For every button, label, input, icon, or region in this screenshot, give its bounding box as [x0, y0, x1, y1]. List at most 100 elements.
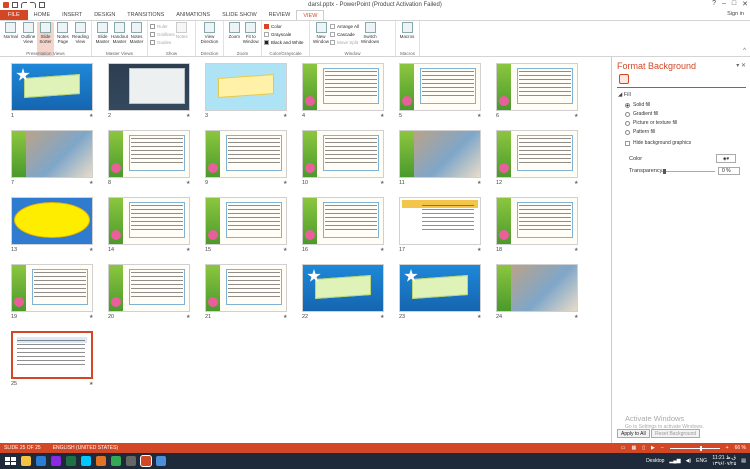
slider-handle[interactable]	[663, 169, 666, 174]
close-icon[interactable]: ✕	[742, 0, 748, 8]
chrome-icon[interactable]	[111, 456, 121, 466]
ribbon: Normal Outline View Slide Sorter Notes P…	[0, 20, 750, 57]
solid-fill-option[interactable]: Solid fill	[625, 102, 650, 108]
outline-view-icon	[22, 22, 34, 33]
slide-thumbnail[interactable]	[399, 264, 481, 312]
color-button[interactable]: Color	[264, 23, 304, 30]
volume-icon[interactable]: ◀)	[686, 458, 692, 464]
slide-thumbnail[interactable]	[302, 197, 384, 245]
reading-view-icon[interactable]: ▯	[642, 445, 645, 451]
fit-to-window-icon	[245, 22, 257, 33]
slide-thumbnail[interactable]	[108, 264, 190, 312]
slide-thumbnail[interactable]	[108, 63, 190, 111]
minimize-icon[interactable]: –	[722, 0, 726, 8]
picture-fill-option[interactable]: Picture or texture fill	[625, 120, 677, 126]
notifications-icon[interactable]: ▤	[741, 458, 746, 464]
pane-title: Format Background	[617, 61, 697, 71]
desktop-toolbar[interactable]: Desktop	[646, 458, 664, 464]
arrange-all-button[interactable]: Arrange All	[330, 23, 359, 30]
slide-thumbnail[interactable]	[11, 63, 93, 111]
slide-flower-graphic	[111, 297, 121, 307]
slide-thumbnail[interactable]	[11, 264, 93, 312]
slide-thumbnail[interactable]	[205, 264, 287, 312]
pattern-fill-option[interactable]: Pattern fill	[625, 129, 655, 135]
guides-checkbox[interactable]: Guides	[150, 39, 175, 46]
grayscale-button[interactable]: Grayscale	[264, 31, 304, 38]
slide-thumbnail[interactable]	[399, 130, 481, 178]
slide-thumbnail[interactable]	[11, 197, 93, 245]
slide-sorter-icon[interactable]: ▦	[632, 445, 637, 451]
network-icon[interactable]: ▂▄▆	[669, 458, 680, 464]
slide-thumbnail[interactable]	[205, 130, 287, 178]
tab-animations[interactable]: ANIMATIONS	[170, 10, 216, 20]
slide-thumbnail[interactable]	[302, 63, 384, 111]
photoshop-icon[interactable]	[81, 456, 91, 466]
zoom-level[interactable]: 66 %	[735, 445, 746, 451]
hide-background-graphics-checkbox[interactable]: Hide background graphics	[625, 140, 691, 146]
firefox-icon[interactable]	[96, 456, 106, 466]
slide-thumbnail[interactable]	[11, 331, 93, 379]
slide-thumbnail[interactable]	[399, 63, 481, 111]
checkbox-icon	[625, 140, 630, 146]
app-icon[interactable]	[126, 456, 136, 466]
tab-file[interactable]: FILE	[0, 10, 28, 20]
fill-section-header[interactable]: ◢ Fill	[618, 92, 631, 98]
gridlines-checkbox[interactable]: Gridlines	[150, 31, 175, 38]
apply-to-all-button[interactable]: Apply to All	[617, 429, 650, 438]
slide-thumbnail[interactable]	[399, 197, 481, 245]
slide-thumbnail[interactable]	[11, 130, 93, 178]
maximize-icon[interactable]: □	[732, 0, 736, 8]
color-picker-button[interactable]: ◈▾	[716, 154, 736, 163]
move-split-button[interactable]: Move Split	[330, 39, 359, 46]
slideshow-icon[interactable]: ▶	[651, 445, 655, 451]
slide-thumbnail[interactable]	[108, 130, 190, 178]
status-bar: SLIDE 25 OF 25 ENGLISH (UNITED STATES) ▭…	[0, 443, 750, 453]
slide-thumbnail[interactable]	[302, 130, 384, 178]
slide-number: 15	[205, 247, 212, 253]
collapse-ribbon-icon[interactable]: ^	[743, 48, 746, 54]
excel-icon[interactable]	[66, 456, 76, 466]
language-indicator[interactable]: ENGLISH (UNITED STATES)	[53, 445, 118, 451]
slide-thumbnail[interactable]	[108, 197, 190, 245]
slide-thumbnail[interactable]	[496, 197, 578, 245]
word-icon[interactable]	[36, 456, 46, 466]
app-icon[interactable]	[156, 456, 166, 466]
language-tray[interactable]: ENG	[696, 458, 707, 464]
transparency-slider[interactable]	[661, 169, 715, 174]
tab-insert[interactable]: INSERT	[56, 10, 88, 20]
zoom-slider[interactable]	[669, 445, 720, 451]
slide-thumbnail[interactable]	[302, 264, 384, 312]
zoom-out-icon[interactable]: –	[661, 445, 664, 451]
slide-thumbnail[interactable]	[205, 63, 287, 111]
tab-review[interactable]: REVIEW	[263, 10, 297, 20]
transition-star-icon: ★	[477, 314, 482, 320]
sign-in-link[interactable]: Sign in	[727, 11, 744, 17]
gradient-fill-option[interactable]: Gradient fill	[625, 111, 658, 117]
help-icon[interactable]: ?	[712, 0, 716, 8]
pane-close-icon[interactable]: ✕	[741, 63, 746, 69]
pane-options-icon[interactable]: ▾	[736, 63, 739, 69]
start-button[interactable]	[2, 454, 16, 468]
premiere-icon[interactable]	[51, 456, 61, 466]
ruler-checkbox[interactable]: Ruler	[150, 23, 175, 30]
tab-transitions[interactable]: TRANSITIONS	[121, 10, 170, 20]
slide-thumbnail[interactable]	[496, 130, 578, 178]
powerpoint-taskbar-icon[interactable]	[140, 455, 152, 467]
tab-view[interactable]: VIEW	[296, 10, 325, 20]
fill-bucket-icon[interactable]	[619, 74, 629, 84]
tab-home[interactable]: HOME	[28, 10, 57, 20]
cascade-button[interactable]: Cascade	[330, 31, 359, 38]
new-window-icon	[315, 22, 327, 33]
clock[interactable]: 11:21 ق.ظ ۱۳۹۶/۰۷/۲۵	[712, 455, 736, 467]
slide-thumbnail[interactable]	[496, 264, 578, 312]
zoom-in-icon[interactable]: +	[726, 445, 729, 451]
slide-thumbnail[interactable]	[496, 63, 578, 111]
tab-slide-show[interactable]: SLIDE SHOW	[216, 10, 263, 20]
file-explorer-icon[interactable]	[21, 456, 31, 466]
transparency-input[interactable]: 0 %	[718, 167, 740, 175]
normal-view-icon[interactable]: ▭	[621, 445, 626, 451]
black-and-white-button[interactable]: Black and White	[264, 39, 304, 46]
slide-thumbnail[interactable]	[205, 197, 287, 245]
reset-background-button[interactable]: Reset Background	[651, 429, 701, 438]
tab-design[interactable]: DESIGN	[88, 10, 121, 20]
